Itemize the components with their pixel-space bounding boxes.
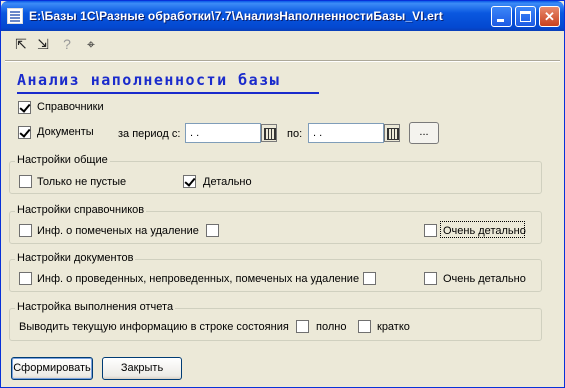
calendar-icon[interactable] [261,124,277,142]
form-heading: Анализ наполненности базы [17,71,281,89]
help-tool-icon[interactable]: ? [57,34,77,54]
catalog-settings-title: Настройки справочников [15,204,147,216]
open-tool-icon[interactable]: ⇱ [11,34,31,54]
catalog-very-detailed-checkbox[interactable] [424,224,437,237]
close-button[interactable]: ✕ [539,6,560,27]
detailed-label: Детально [203,176,252,188]
nonempty-label: Только не пустые [37,176,127,188]
catalog-marked-extra-checkbox[interactable] [206,224,219,237]
calendar-icon[interactable] [384,124,400,142]
catalog-very-detailed-label: Очень детально [443,225,526,237]
document-settings-title: Настройки документов [15,252,136,264]
period-from-label: за период с: [118,128,181,140]
period-to-label: по: [287,128,303,140]
save-tool-icon[interactable]: ⇲ [33,34,53,54]
toolbar-separator [5,60,560,62]
general-settings-title: Настройки общие [15,154,110,166]
window-icon[interactable] [7,8,23,24]
period-from-field[interactable]: . . [185,123,261,143]
maximize-icon [520,11,531,22]
document-posted-extra-checkbox[interactable] [363,272,376,285]
brief-label: кратко [377,321,410,333]
catalog-marked-checkbox[interactable] [19,224,32,237]
minimize-button[interactable] [491,6,512,27]
document-very-detailed-checkbox[interactable] [424,272,437,285]
status-output-label: Выводить текущую информацию в строке сос… [19,321,289,333]
document-posted-checkbox[interactable] [19,272,32,285]
minimize-icon [497,19,504,22]
documents-checkbox[interactable] [18,126,31,139]
period-select-button[interactable]: ... [409,122,439,144]
document-very-detailed-label: Очень детально [443,273,526,285]
close-form-button[interactable]: Закрыть [102,357,182,380]
title-bar[interactable]: E:\Базы 1С\Разные обработки\7.7\АнализНа… [1,1,564,31]
detailed-checkbox[interactable] [183,175,196,188]
pointer-help-tool-icon[interactable]: ⌖ [81,34,101,54]
catalog-marked-label: Инф. о помеченых на удаление [37,225,199,237]
period-to-field[interactable]: . . [308,123,384,143]
catalogs-label: Справочники [37,101,104,113]
maximize-button[interactable] [515,6,536,27]
full-checkbox[interactable] [296,320,309,333]
report-settings-title: Настройка выполнения отчета [15,301,176,313]
heading-underline [17,92,319,94]
window-title: E:\Базы 1С\Разные обработки\7.7\АнализНа… [29,9,443,23]
documents-label: Документы [37,126,94,138]
catalogs-checkbox[interactable] [18,101,31,114]
app-window: E:\Базы 1С\Разные обработки\7.7\АнализНа… [0,0,565,388]
document-posted-label: Инф. о проведенных, непроведенных, помеч… [37,273,360,285]
nonempty-checkbox[interactable] [19,175,32,188]
brief-checkbox[interactable] [358,320,371,333]
generate-button[interactable]: Сформировать [11,357,93,380]
full-label: полно [316,321,347,333]
